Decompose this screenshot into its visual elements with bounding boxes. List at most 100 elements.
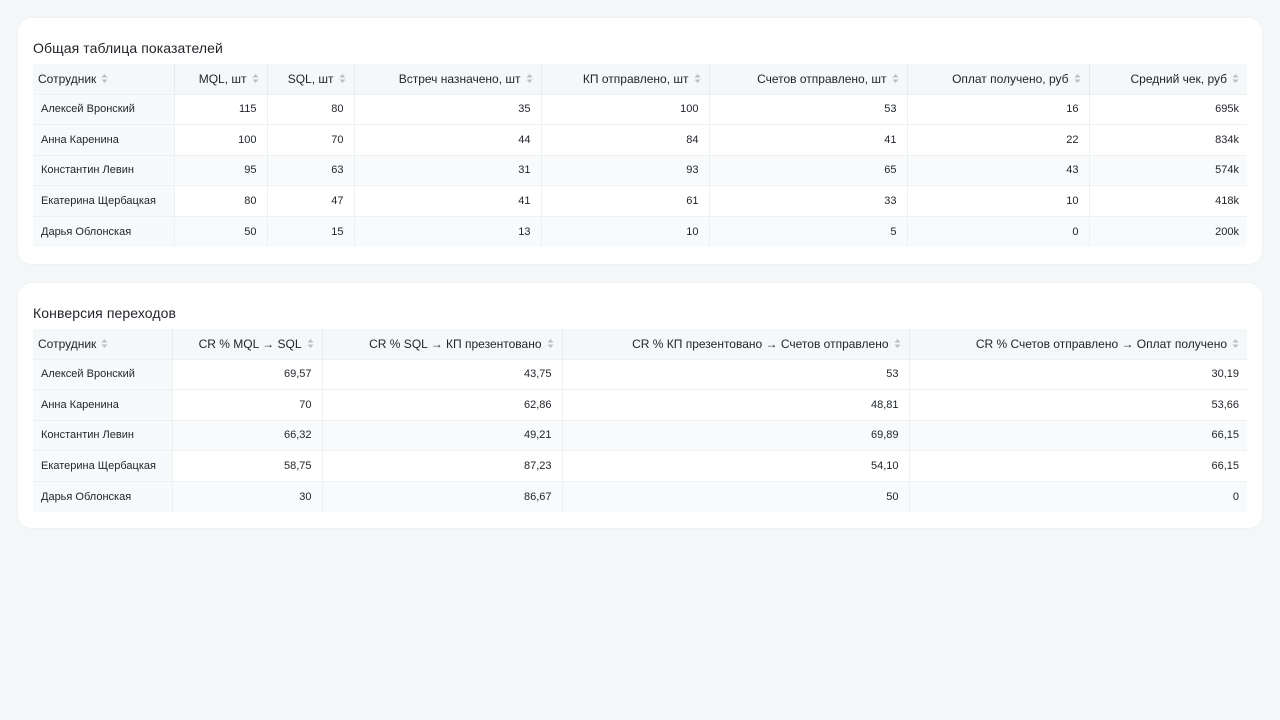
table-cell: 15 <box>267 215 355 247</box>
column-header-label: CR % КП презентовано → Счетов отправлено <box>632 336 889 351</box>
table-cell: 66,15 <box>909 419 1247 451</box>
sort-icon[interactable] <box>339 73 346 84</box>
table-cell: 87,23 <box>322 450 563 481</box>
sort-icon[interactable] <box>526 73 533 84</box>
table-cell: 61 <box>541 185 710 216</box>
table-cell: 0 <box>909 480 1247 512</box>
table-cell: 30,19 <box>909 358 1247 390</box>
employee-cell: Константин Левин <box>33 419 173 451</box>
column-header-cr-kp-invoices[interactable]: CR % КП презентовано → Счетов отправлено <box>562 329 910 359</box>
column-header-label: Сотрудник <box>38 336 97 351</box>
table-cell: 53 <box>709 93 908 125</box>
table-cell: 93 <box>541 154 710 186</box>
table-cell: 100 <box>541 93 710 125</box>
employee-cell: Екатерина Щербацкая <box>33 450 173 481</box>
column-header-cr-invoices-payments[interactable]: CR % Счетов отправлено → Оплат получено <box>909 329 1247 359</box>
column-header-cr-sql-kp[interactable]: CR % SQL → КП презентовано <box>322 329 563 359</box>
column-header-proposals[interactable]: КП отправлено, шт <box>541 64 710 94</box>
table-row: Екатерина Щербацкая 80 47 41 61 33 10 41… <box>33 185 1247 216</box>
table-row: Анна Каренина 100 70 44 84 41 22 834k <box>33 124 1247 155</box>
sort-icon[interactable] <box>101 338 108 349</box>
sort-icon[interactable] <box>892 73 899 84</box>
sort-icon[interactable] <box>694 73 701 84</box>
table-cell: 200k <box>1089 215 1247 247</box>
column-header-mql[interactable]: MQL, шт <box>174 64 268 94</box>
conversion-card: Конверсия переходов Сотрудник CR % MQL →… <box>18 283 1262 528</box>
table-cell: 695k <box>1089 93 1247 125</box>
sort-icon[interactable] <box>252 73 259 84</box>
table-cell: 44 <box>354 124 542 155</box>
sort-icon[interactable] <box>894 338 901 349</box>
table-cell: 43 <box>907 154 1090 186</box>
summary-card: Общая таблица показателей Сотрудник MQL,… <box>18 18 1262 264</box>
column-header-label: MQL, шт <box>198 71 247 86</box>
table-cell: 35 <box>354 93 542 125</box>
sort-icon[interactable] <box>1232 338 1239 349</box>
employee-cell: Екатерина Щербацкая <box>33 185 175 216</box>
table-row: Константин Левин 66,32 49,21 69,89 66,15 <box>33 419 1247 451</box>
column-header-label: Сотрудник <box>38 71 97 86</box>
column-header-employee[interactable]: Сотрудник <box>33 64 175 94</box>
table-cell: 69,89 <box>562 419 910 451</box>
table-cell: 43,75 <box>322 358 563 390</box>
column-header-label: CR % SQL → КП презентовано <box>369 336 542 351</box>
header-row: Сотрудник MQL, шт SQL, шт Встреч назначе… <box>33 64 1247 94</box>
table-cell: 22 <box>907 124 1090 155</box>
column-header-cr-mql-sql[interactable]: CR % MQL → SQL <box>172 329 323 359</box>
table-cell: 50 <box>174 215 268 247</box>
table-cell: 0 <box>907 215 1090 247</box>
column-header-label: Встреч назначено, шт <box>398 71 521 86</box>
column-header-label: CR % MQL → SQL <box>198 336 302 351</box>
table-cell: 63 <box>267 154 355 186</box>
sort-icon[interactable] <box>101 73 108 84</box>
table-cell: 66,15 <box>909 450 1247 481</box>
table-cell: 10 <box>541 215 710 247</box>
column-header-employee[interactable]: Сотрудник <box>33 329 173 359</box>
sort-icon[interactable] <box>1232 73 1239 84</box>
employee-cell: Анна Каренина <box>33 124 175 155</box>
table-cell: 65 <box>709 154 908 186</box>
sort-icon[interactable] <box>307 338 314 349</box>
table-cell: 115 <box>174 93 268 125</box>
table-cell: 418k <box>1089 185 1247 216</box>
table-cell: 41 <box>709 124 908 155</box>
table-cell: 58,75 <box>172 450 323 481</box>
table-cell: 100 <box>174 124 268 155</box>
table-cell: 69,57 <box>172 358 323 390</box>
table-cell: 33 <box>709 185 908 216</box>
table-cell: 16 <box>907 93 1090 125</box>
table-cell: 70 <box>172 389 323 420</box>
column-header-average-check[interactable]: Средний чек, руб <box>1089 64 1247 94</box>
summary-table-title: Общая таблица показателей <box>33 40 223 56</box>
column-header-payments[interactable]: Оплат получено, руб <box>907 64 1090 94</box>
sort-icon[interactable] <box>1074 73 1081 84</box>
table-cell: 48,81 <box>562 389 910 420</box>
column-header-invoices[interactable]: Счетов отправлено, шт <box>709 64 908 94</box>
table-cell: 834k <box>1089 124 1247 155</box>
employee-cell: Константин Левин <box>33 154 175 186</box>
table-cell: 95 <box>174 154 268 186</box>
table-cell: 41 <box>354 185 542 216</box>
table-cell: 80 <box>174 185 268 216</box>
table-cell: 80 <box>267 93 355 125</box>
table-row: Алексей Вронский 115 80 35 100 53 16 695… <box>33 93 1247 125</box>
employee-cell: Алексей Вронский <box>33 93 175 125</box>
table-cell: 84 <box>541 124 710 155</box>
table-row: Екатерина Щербацкая 58,75 87,23 54,10 66… <box>33 450 1247 481</box>
summary-table: Сотрудник MQL, шт SQL, шт Встреч назначе… <box>33 64 1247 247</box>
table-cell: 47 <box>267 185 355 216</box>
sort-icon[interactable] <box>547 338 554 349</box>
summary-table-body: Алексей Вронский 115 80 35 100 53 16 695… <box>33 93 1247 247</box>
employee-cell: Анна Каренина <box>33 389 173 420</box>
column-header-label: Средний чек, руб <box>1130 71 1227 86</box>
column-header-label: КП отправлено, шт <box>582 71 689 86</box>
table-cell: 13 <box>354 215 542 247</box>
column-header-sql[interactable]: SQL, шт <box>267 64 355 94</box>
column-header-meetings[interactable]: Встреч назначено, шт <box>354 64 542 94</box>
table-cell: 50 <box>562 480 910 512</box>
employee-cell: Дарья Облонская <box>33 215 175 247</box>
table-row: Дарья Облонская 50 15 13 10 5 0 200k <box>33 215 1247 247</box>
column-header-label: SQL, шт <box>287 71 334 86</box>
table-cell: 62,86 <box>322 389 563 420</box>
table-row: Константин Левин 95 63 31 93 65 43 574k <box>33 154 1247 186</box>
